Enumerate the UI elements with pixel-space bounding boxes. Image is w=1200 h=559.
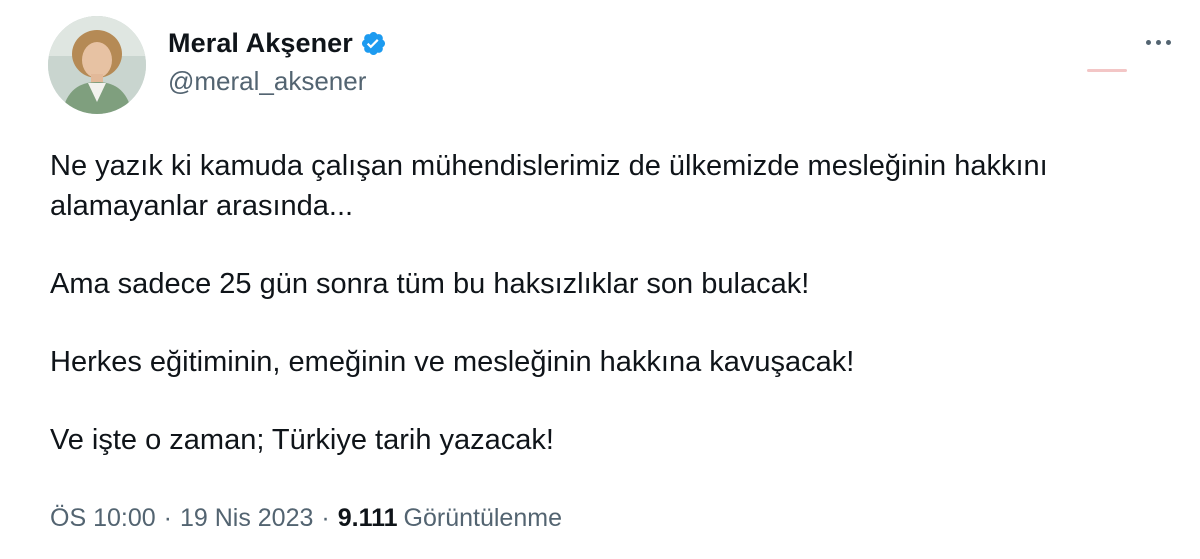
meta-separator: ·: [163, 504, 172, 532]
author-handle[interactable]: @meral_aksener: [168, 66, 387, 97]
tweet-paragraph: Ne yazık ki kamuda çalışan mühendislerim…: [50, 150, 1048, 222]
more-horizontal-icon-dot: [1145, 39, 1151, 45]
views-count: 9.111: [337, 504, 398, 532]
watermark-logo: [1087, 69, 1127, 72]
author-name-row: Meral Akşener: [168, 26, 387, 60]
views-label: Görüntülenme: [403, 504, 562, 532]
tweet-time[interactable]: ÖS 10:00: [50, 504, 156, 533]
tweet-paragraph: Ama sadece 25 gün sonra tüm bu haksızlık…: [50, 268, 810, 300]
author-display-name[interactable]: Meral Akşener: [168, 28, 353, 59]
tweet-card: Meral Akşener @meral_aksener Ne yazık ki…: [0, 0, 1200, 559]
more-horizontal-icon-dot: [1155, 39, 1161, 45]
more-options-button[interactable]: [1138, 30, 1178, 54]
verified-badge-icon: [360, 30, 387, 57]
tweet-paragraph: Ve işte o zaman; Türkiye tarih yazacak!: [50, 424, 554, 456]
author-block: Meral Akşener @meral_aksener: [168, 26, 387, 97]
more-horizontal-icon-dot: [1165, 39, 1171, 45]
avatar-image: [48, 16, 146, 114]
tweet-meta: ÖS 10:00 · 19 Nis 2023 · 9.111 Görüntüle…: [50, 504, 562, 533]
tweet-date[interactable]: 19 Nis 2023: [180, 504, 313, 533]
avatar[interactable]: [48, 16, 146, 114]
tweet-paragraph: Herkes eğitiminin, emeğinin ve mesleğini…: [50, 346, 855, 378]
meta-separator: ·: [321, 504, 330, 532]
tweet-text: Ne yazık ki kamuda çalışan mühendislerim…: [50, 146, 1170, 460]
